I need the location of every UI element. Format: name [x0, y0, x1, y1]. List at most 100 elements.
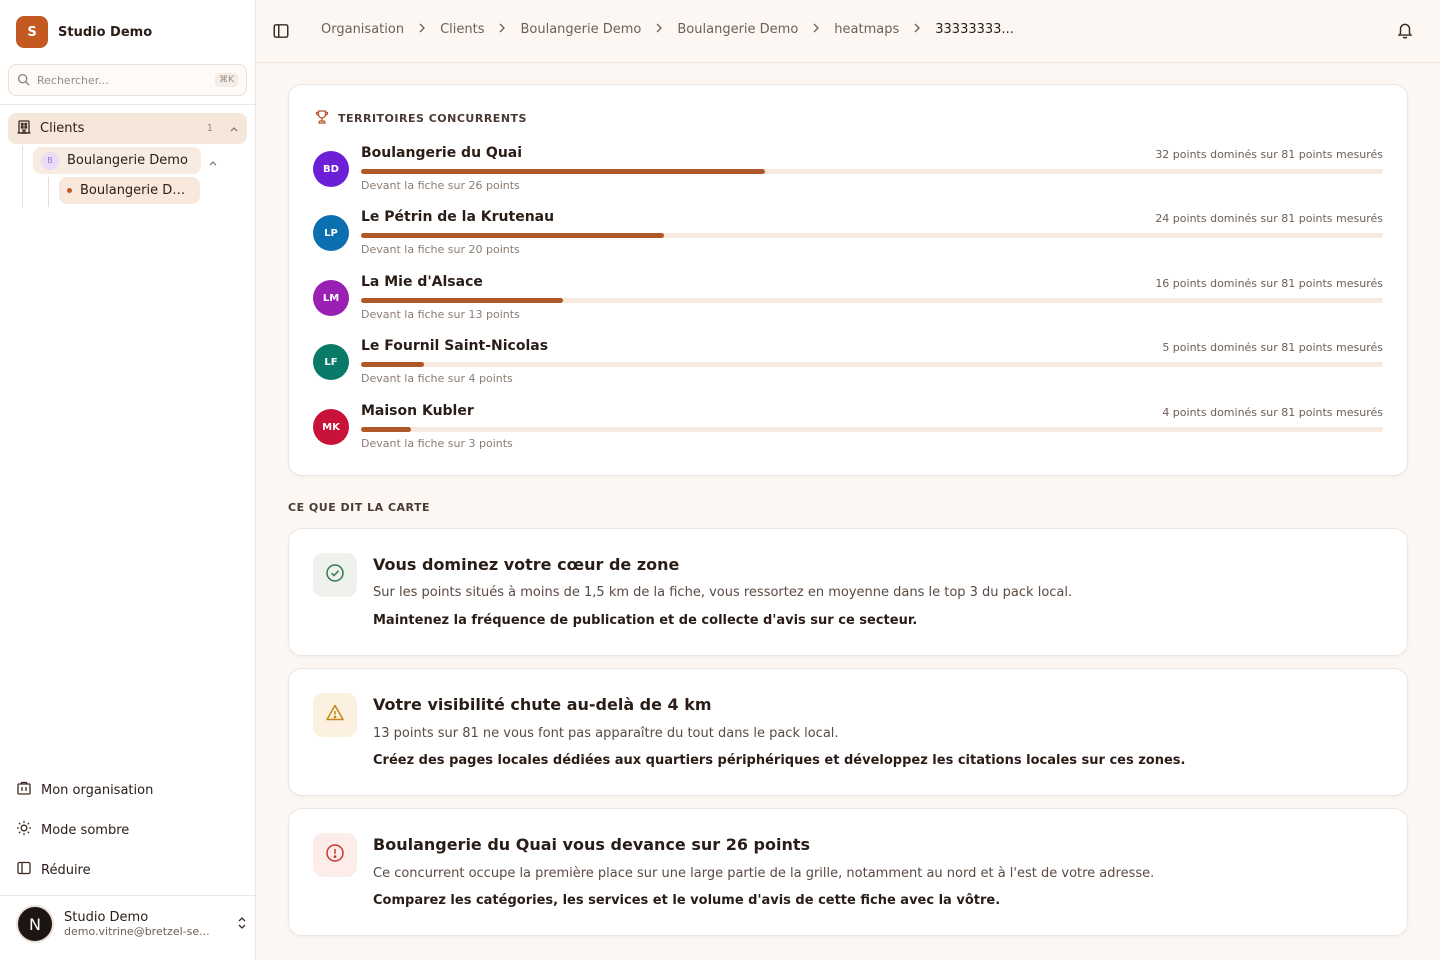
insight-icon-box: [313, 833, 357, 877]
chevron-right-icon: [498, 22, 506, 37]
search-input[interactable]: [37, 73, 209, 87]
breadcrumb-location[interactable]: Boulangerie Demo: [677, 22, 798, 37]
sidebar-item-label: Clients: [40, 121, 85, 136]
sidebar-item-dark-mode[interactable]: Mode sombre: [8, 814, 247, 846]
topbar: Organisation Clients Boulangerie Demo Bo…: [256, 0, 1440, 63]
competitor-row[interactable]: LP Le Pétrin de la Krutenau 24 points do…: [313, 209, 1383, 265]
competitor-name: Le Fournil Saint-Nicolas: [361, 338, 549, 354]
competitor-progress-fill: [361, 427, 412, 432]
competitor-name: Boulangerie du Quai: [361, 145, 523, 161]
sidebar-item-label: Réduire: [41, 862, 91, 878]
competitor-stat: 32 points dominés sur 81 points mesurés: [1155, 148, 1383, 161]
competitor-subtext: Devant la fiche sur 20 points: [361, 243, 520, 256]
competitors-title: TERRITOIRES CONCURRENTS: [338, 112, 527, 125]
insight-icon-box: [313, 693, 357, 737]
brand-name: Studio Demo: [58, 24, 153, 40]
insight-card: Boulangerie du Quai vous devance sur 26 …: [288, 808, 1408, 936]
competitors-card: TERRITOIRES CONCURRENTS BD Boulangerie d…: [288, 84, 1408, 476]
sidebar-item-client[interactable]: B Boulangerie Demo: [33, 147, 201, 174]
competitor-progress-track: [361, 233, 1383, 238]
competitor-name: Le Pétrin de la Krutenau: [361, 209, 555, 225]
insight-title: Votre visibilité chute au-delà de 4 km: [373, 695, 712, 714]
alert-circle-icon: [325, 843, 345, 867]
breadcrumb-heatmaps[interactable]: heatmaps: [834, 22, 899, 37]
sidebar: S Studio Demo ⌘K Clients 1 B Boulangerie…: [0, 0, 256, 960]
user-info: Studio Demo demo.vitrine@bretzel-se...: [64, 910, 226, 938]
bell-icon[interactable]: [1396, 21, 1416, 41]
building-icon: [16, 119, 32, 139]
chevron-up-down-icon[interactable]: [236, 915, 248, 934]
user-name: Studio Demo: [64, 910, 149, 925]
insight-recommendation: Maintenez la fréquence de publication et…: [373, 613, 918, 628]
brand-logo: S: [16, 16, 48, 48]
competitor-avatar: BD: [313, 151, 349, 187]
insight-icon-box: [313, 553, 357, 597]
avatar: N: [16, 905, 54, 943]
competitor-subtext: Devant la fiche sur 13 points: [361, 308, 520, 321]
breadcrumb-client[interactable]: Boulangerie Demo: [520, 22, 641, 37]
competitor-row[interactable]: LM La Mie d'Alsace 16 points dominés sur…: [313, 274, 1383, 330]
sidebar-toggle-icon[interactable]: [272, 22, 292, 42]
chevron-right-icon: [913, 22, 921, 37]
competitor-stat: 24 points dominés sur 81 points mesurés: [1155, 212, 1383, 225]
breadcrumb: Organisation Clients Boulangerie Demo Bo…: [321, 22, 1014, 37]
tree-line: [48, 177, 49, 207]
tree-line: [22, 146, 23, 208]
insights-section-title: CE QUE DIT LA CARTE: [288, 501, 431, 514]
insight-text: Sur les points situés à moins de 1,5 km …: [373, 585, 1073, 600]
chevron-up-icon[interactable]: [208, 153, 218, 172]
user-menu[interactable]: N Studio Demo demo.vitrine@bretzel-se...: [16, 900, 248, 948]
competitor-avatar: LM: [313, 280, 349, 316]
user-email: demo.vitrine@bretzel-se...: [64, 925, 210, 938]
client-label: Boulangerie Demo: [67, 153, 188, 168]
active-dot: [67, 188, 72, 193]
sidebar-item-clients[interactable]: Clients 1: [8, 113, 247, 144]
insight-title: Vous dominez votre cœur de zone: [373, 555, 680, 574]
insight-text: 13 points sur 81 ne vous font pas appara…: [373, 726, 839, 741]
search-box[interactable]: ⌘K: [8, 64, 247, 96]
insight-card: Vous dominez votre cœur de zone Sur les …: [288, 528, 1408, 656]
insight-recommendation: Comparez les catégories, les services et…: [373, 893, 1001, 908]
competitor-row[interactable]: MK Maison Kubler 4 points dominés sur 81…: [313, 403, 1383, 459]
location-label: Boulangerie De...: [80, 183, 192, 198]
competitor-name: Maison Kubler: [361, 403, 474, 419]
competitor-avatar: MK: [313, 409, 349, 445]
brand[interactable]: S Studio Demo: [16, 16, 152, 48]
chevron-right-icon: [655, 22, 663, 37]
chevron-right-icon: [418, 22, 426, 37]
competitor-name: La Mie d'Alsace: [361, 274, 483, 290]
competitor-progress-track: [361, 427, 1383, 432]
competitor-progress-fill: [361, 169, 765, 174]
competitor-subtext: Devant la fiche sur 4 points: [361, 372, 513, 385]
sidebar-item-collapse[interactable]: Réduire: [8, 854, 247, 886]
trophy-icon: [314, 109, 330, 128]
competitor-avatar: LP: [313, 215, 349, 251]
competitor-row[interactable]: LF Le Fournil Saint-Nicolas 5 points dom…: [313, 338, 1383, 394]
search-icon: [17, 71, 30, 90]
competitor-subtext: Devant la fiche sur 3 points: [361, 437, 513, 450]
competitor-stat: 16 points dominés sur 81 points mesurés: [1155, 277, 1383, 290]
chevron-right-icon: [812, 22, 820, 37]
sidebar-item-label: Mode sombre: [41, 822, 130, 838]
competitor-avatar: LF: [313, 344, 349, 380]
competitor-progress-track: [361, 298, 1383, 303]
insight-card: Votre visibilité chute au-delà de 4 km 1…: [288, 668, 1408, 796]
sidebar-item-label: Mon organisation: [41, 782, 154, 798]
competitor-progress-fill: [361, 362, 425, 367]
sun-icon: [16, 820, 32, 840]
competitor-stat: 5 points dominés sur 81 points mesurés: [1162, 341, 1383, 354]
chevron-up-icon[interactable]: [229, 119, 239, 138]
building-icon: [16, 780, 32, 800]
competitor-row[interactable]: BD Boulangerie du Quai 32 points dominés…: [313, 145, 1383, 201]
competitor-progress-track: [361, 169, 1383, 174]
insight-title: Boulangerie du Quai vous devance sur 26 …: [373, 835, 811, 854]
divider: [0, 104, 255, 105]
sidebar-item-location[interactable]: Boulangerie De...: [59, 177, 200, 204]
search-shortcut: ⌘K: [215, 73, 238, 87]
breadcrumb-organisation[interactable]: Organisation: [321, 22, 404, 37]
sidebar-item-organisation[interactable]: Mon organisation: [8, 774, 247, 806]
competitor-subtext: Devant la fiche sur 26 points: [361, 179, 520, 192]
clients-count-badge: 1: [206, 123, 213, 134]
breadcrumb-clients[interactable]: Clients: [440, 22, 484, 37]
divider: [0, 895, 255, 896]
